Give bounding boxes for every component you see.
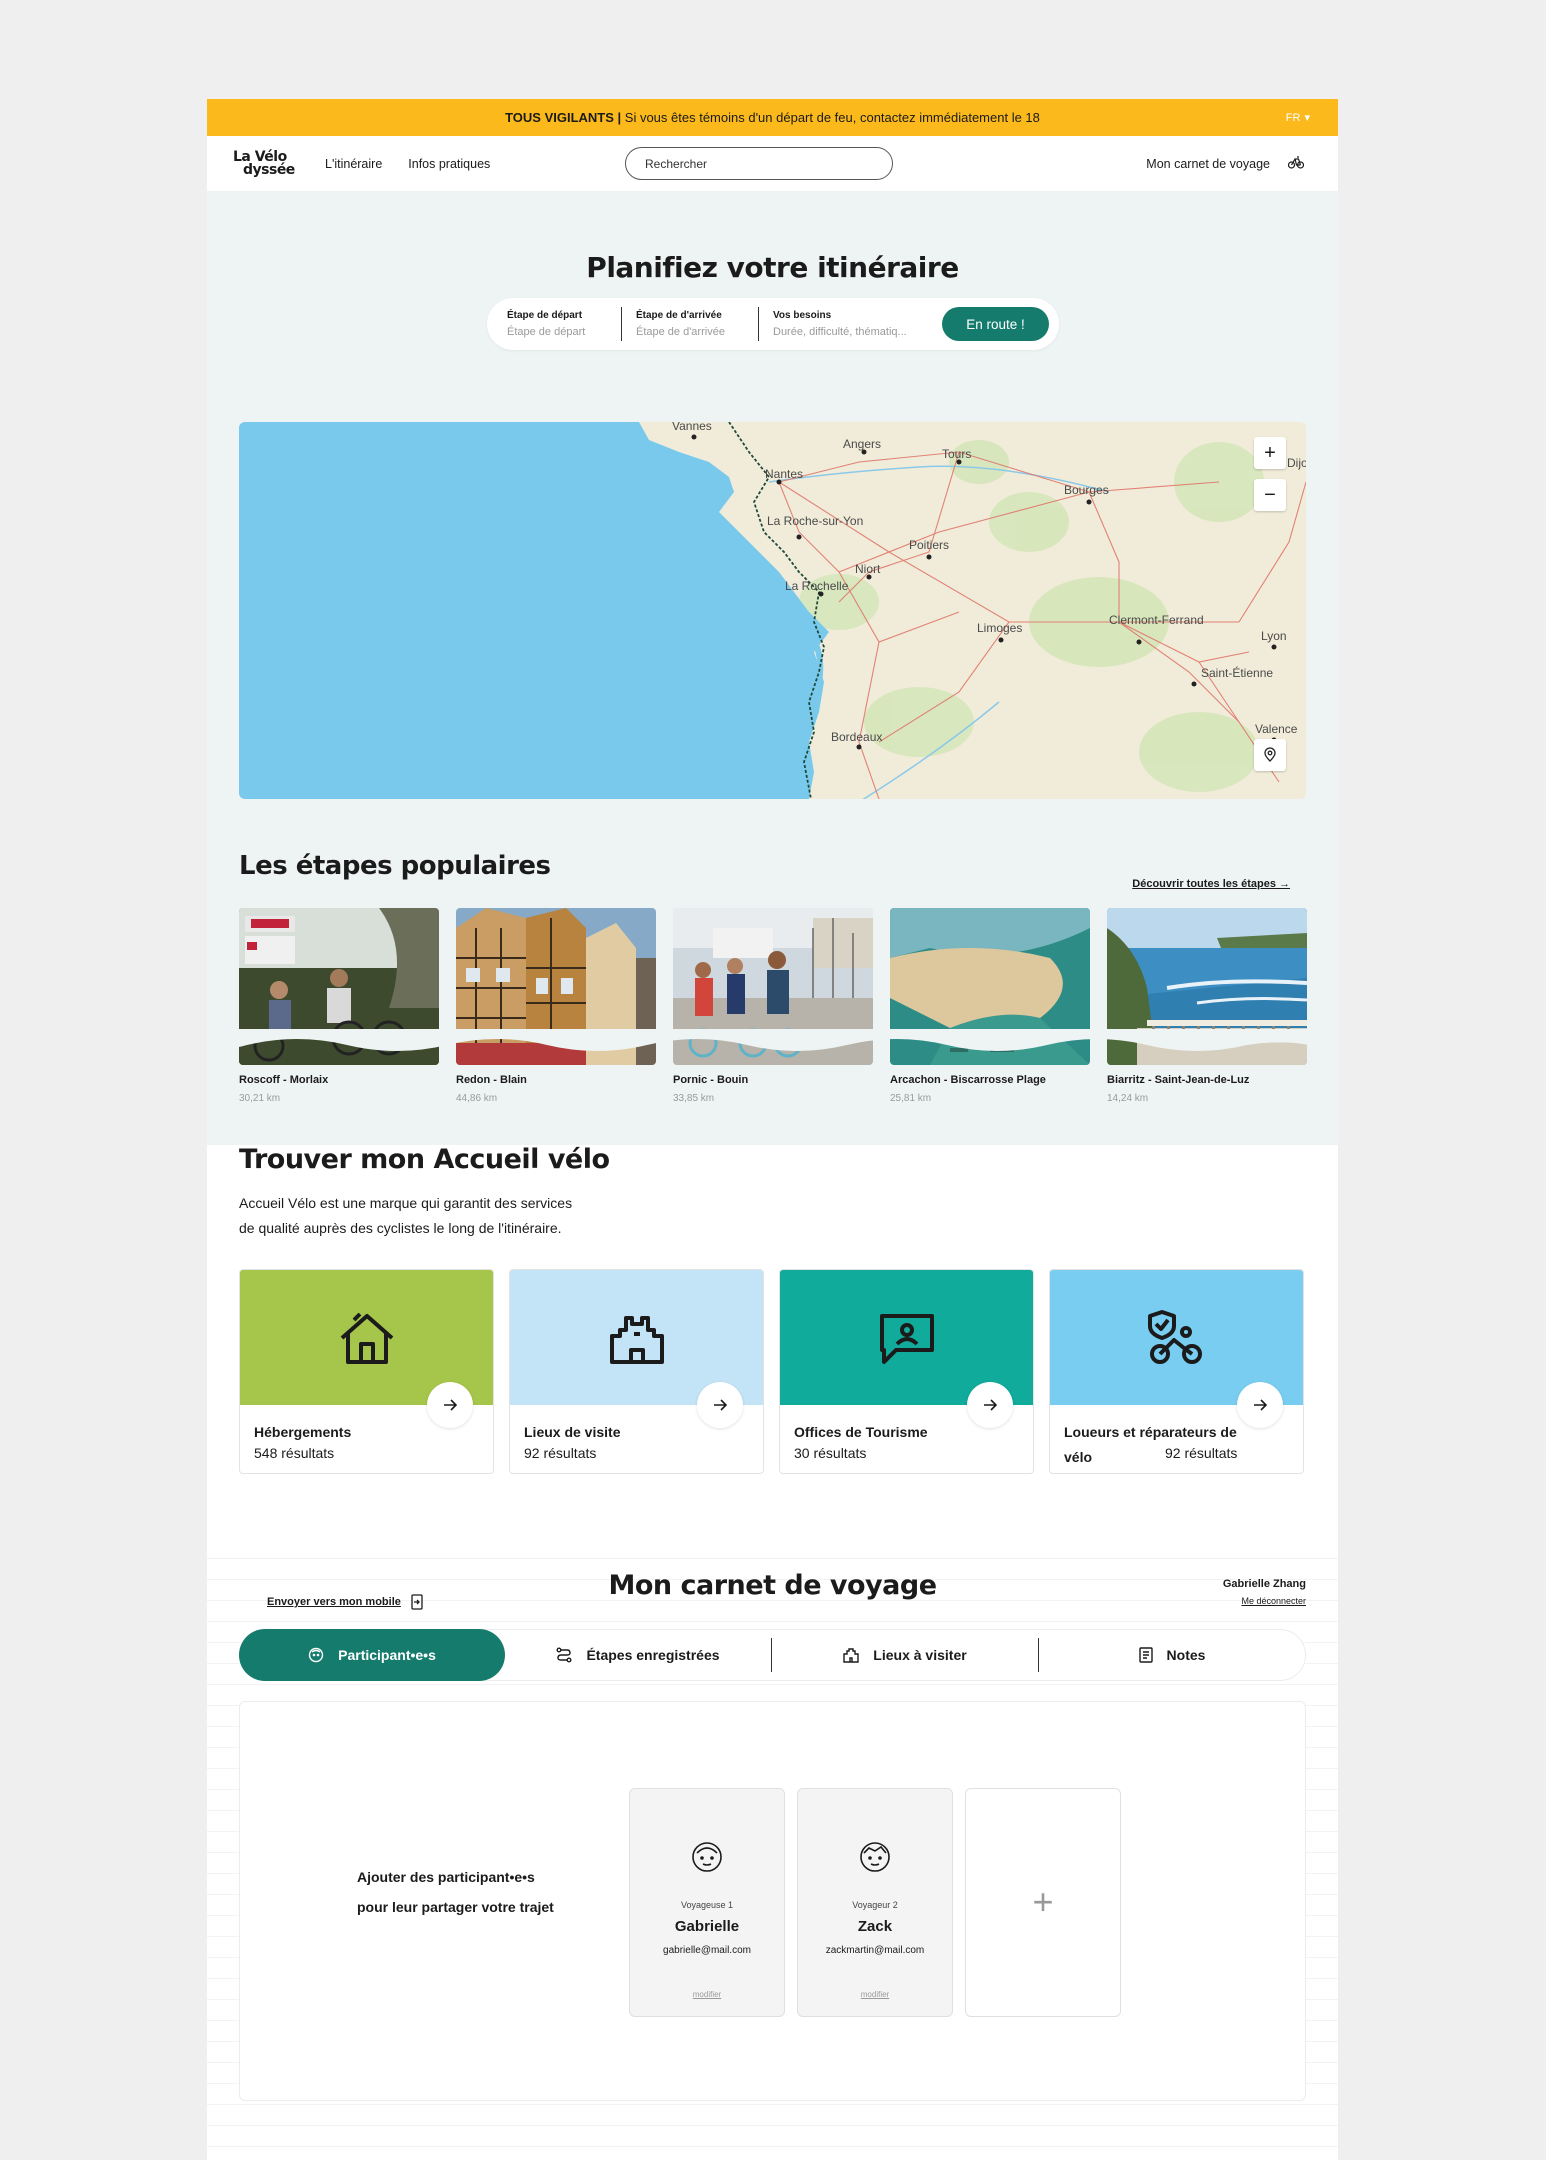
- arrival-field[interactable]: Étape de d'arrivée Étape de d'arrivée: [622, 307, 758, 341]
- arrow-right-icon[interactable]: [697, 1382, 743, 1428]
- edit-link[interactable]: modifier: [798, 1990, 952, 1999]
- planner-section: Planifiez votre itinéraire Étape de dépa…: [207, 191, 1338, 1145]
- accueil-description: Accueil Vélo est une marque qui garantit…: [239, 1195, 573, 1236]
- map-label-bourges: Bourges: [1064, 483, 1109, 497]
- main-nav: L'itinéraire Infos pratiques: [325, 157, 516, 171]
- planner-title: Planifiez votre itinéraire: [586, 251, 959, 284]
- carnet-title: Mon carnet de voyage: [608, 1570, 937, 1601]
- add-participants-text: Ajouter des participant•e•s pour leur pa…: [357, 1869, 554, 1915]
- alert-banner: TOUS VIGILANTS | Si vous êtes témoins d'…: [207, 99, 1338, 136]
- page: TOUS VIGILANTS | Si vous êtes témoins d'…: [207, 99, 1338, 2160]
- needs-field[interactable]: Vos besoins Durée, difficulté, thématiq.…: [759, 307, 929, 341]
- location-pin-icon[interactable]: [1254, 739, 1286, 771]
- map-label-poitiers: Poitiers: [909, 538, 949, 552]
- popular-list: Roscoff - Morlaix 30,21 km Redon - Blain…: [239, 908, 1307, 1104]
- departure-field[interactable]: Étape de départ Étape de départ: [487, 307, 621, 341]
- accueil-card-lieux[interactable]: Lieux de visite 92 résultats: [509, 1269, 764, 1474]
- zoom-in-button[interactable]: +: [1254, 437, 1286, 469]
- map-label-dijon: Dijon: [1287, 456, 1306, 470]
- nav-infos-pratiques[interactable]: Infos pratiques: [408, 157, 490, 171]
- map-label-vannes: Vannes: [672, 422, 712, 433]
- map-label-limoges: Limoges: [977, 621, 1022, 635]
- map-label-saint-etienne: Saint-Étienne: [1201, 665, 1273, 680]
- logo[interactable]: La Vélo dyssée: [233, 150, 303, 177]
- accueil-title: Trouver mon Accueil vélo: [239, 1144, 610, 1175]
- popular-card[interactable]: Biarritz - Saint-Jean-de-Luz 14,24 km: [1107, 908, 1307, 1104]
- tab-etapes[interactable]: Étapes enregistrées: [505, 1629, 771, 1681]
- go-button[interactable]: En route !: [942, 307, 1049, 341]
- map-label-angers: Angers: [843, 437, 881, 451]
- castle-icon: [609, 1315, 664, 1364]
- map-label-valence: Valence: [1255, 722, 1298, 736]
- route-icon: [556, 1647, 572, 1663]
- zoom-out-button[interactable]: −: [1254, 479, 1286, 511]
- bike-shield-icon: [1147, 1309, 1202, 1364]
- popular-card[interactable]: Arcachon - Biscarrosse Plage 25,81 km: [890, 908, 1090, 1104]
- arrow-right-icon[interactable]: [427, 1382, 473, 1428]
- plus-icon: +: [1032, 1881, 1054, 1922]
- accueil-card-hebergements[interactable]: Hébergements 548 résultats: [239, 1269, 494, 1474]
- accueil-cards: Hébergements 548 résultats Lieux de visi…: [239, 1269, 1304, 1474]
- map-label-niort: Niort: [855, 562, 881, 576]
- popular-card[interactable]: Redon - Blain 44,86 km: [456, 908, 656, 1104]
- user-name: Gabrielle Zhang: [1222, 1578, 1306, 1590]
- notes-icon: [1138, 1647, 1153, 1663]
- map-label-lyon: Lyon: [1261, 629, 1287, 643]
- edit-link[interactable]: modifier: [630, 1990, 784, 1999]
- arrow-right-icon[interactable]: [1237, 1382, 1283, 1428]
- route-map[interactable]: Vannes Angers Tours Nantes Bourges La Ro…: [239, 422, 1306, 799]
- participant-card[interactable]: Voyageur 2 Zack zackmartin@mail.com modi…: [797, 1788, 953, 2017]
- participant-card[interactable]: Voyageuse 1 Gabrielle gabrielle@mail.com…: [629, 1788, 785, 2017]
- map-label-la-roche-sur-yon: La Roche-sur-Yon: [767, 514, 863, 528]
- logout-link[interactable]: Me déconnecter: [1241, 1596, 1306, 1606]
- map-label-tours: Tours: [942, 447, 971, 461]
- map-label-bordeaux: Bordeaux: [831, 730, 882, 744]
- popular-title: Les étapes populaires: [239, 851, 551, 881]
- castle-icon: [843, 1648, 859, 1663]
- message-person-icon: [879, 1313, 934, 1364]
- language-selector[interactable]: FR ▾: [1286, 111, 1310, 125]
- bike-icon[interactable]: [1287, 155, 1305, 174]
- route-form: Étape de départ Étape de départ Étape de…: [487, 298, 1059, 350]
- nav-itineraire[interactable]: L'itinéraire: [325, 157, 382, 171]
- add-participant-button[interactable]: +: [965, 1788, 1121, 2017]
- chevron-down-icon: ▾: [1304, 112, 1310, 124]
- carnet-tabs: Participant•e•s Étapes enregistrées Lieu…: [239, 1629, 1306, 1681]
- popular-card[interactable]: Roscoff - Morlaix 30,21 km: [239, 908, 439, 1104]
- tab-participants[interactable]: Participant•e•s: [239, 1629, 505, 1681]
- map-label-clermont-ferrand: Clermont-Ferrand: [1109, 613, 1204, 627]
- participants-panel: Ajouter des participant•e•s pour leur pa…: [239, 1701, 1306, 2101]
- carnet-section: Envoyer vers mon mobile Mon carnet de vo…: [207, 1538, 1338, 2160]
- face-icon: [798, 1841, 952, 1878]
- face-icon: [308, 1647, 324, 1663]
- tab-lieux[interactable]: Lieux à visiter: [772, 1629, 1038, 1681]
- tab-notes[interactable]: Notes: [1039, 1629, 1305, 1681]
- map-label-la-rochelle: La Rochelle: [785, 579, 849, 593]
- face-icon: [630, 1841, 784, 1878]
- all-steps-link[interactable]: Découvrir toutes les étapes →: [1132, 878, 1290, 890]
- search-input[interactable]: Rechercher: [625, 147, 893, 180]
- arrow-right-icon[interactable]: [967, 1382, 1013, 1428]
- popular-card[interactable]: Pornic - Bouin 33,85 km: [673, 908, 873, 1104]
- accueil-card-loueurs[interactable]: Loueurs et réparateurs de vélo 92 résult…: [1049, 1269, 1304, 1474]
- accueil-card-offices[interactable]: Offices de Tourisme 30 résultats: [779, 1269, 1034, 1474]
- house-icon: [340, 1312, 393, 1364]
- wave-divider: [207, 1029, 1338, 1053]
- alert-text: TOUS VIGILANTS | Si vous êtes témoins d'…: [505, 110, 1040, 125]
- site-header: La Vélo dyssée L'itinéraire Infos pratiq…: [207, 136, 1338, 191]
- map-label-nantes: Nantes: [765, 467, 803, 481]
- carnet-link[interactable]: Mon carnet de voyage: [1146, 157, 1270, 171]
